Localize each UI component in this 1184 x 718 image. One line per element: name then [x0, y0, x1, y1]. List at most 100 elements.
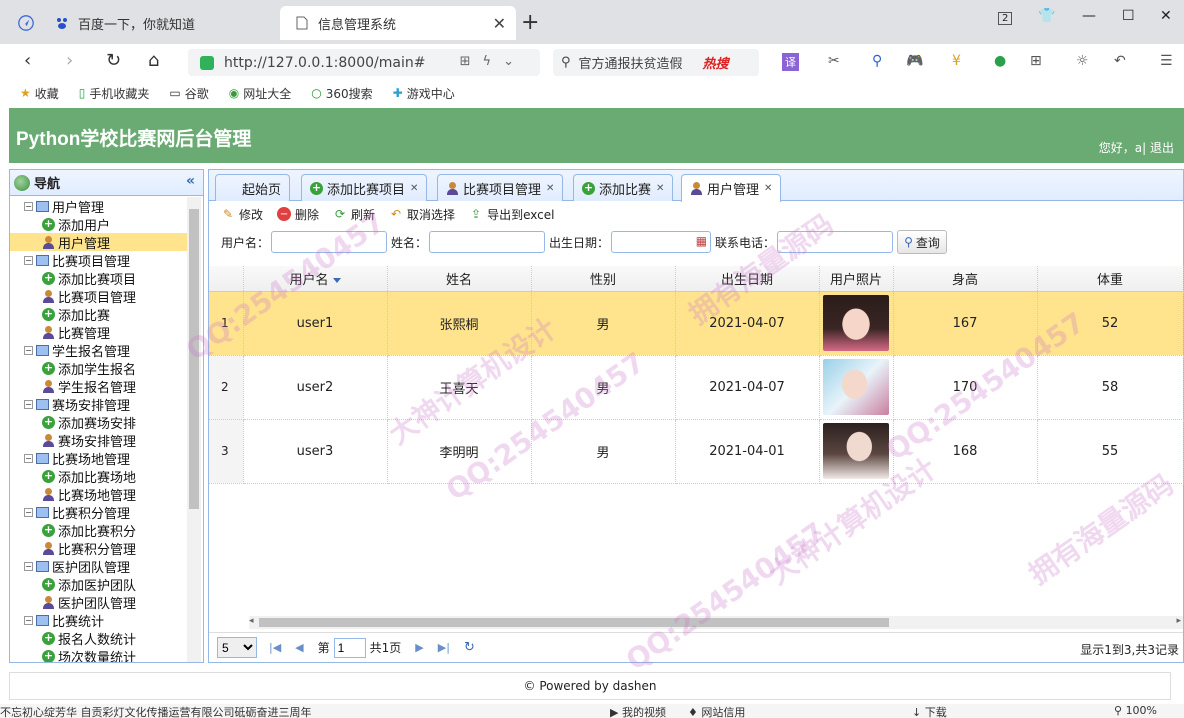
column-header-name[interactable]: 姓名 [387, 266, 532, 292]
tree-item[interactable]: + 添加赛场安排 [10, 413, 188, 432]
phone-input[interactable] [777, 231, 894, 253]
browser-tab-active[interactable]: 信息管理系统 ✕ [280, 6, 516, 40]
scroll-left-icon[interactable]: ◂ [249, 616, 254, 626]
tree-group[interactable]: − 比赛积分管理 [10, 503, 188, 522]
wechat-icon[interactable]: ● [994, 53, 1006, 69]
collapse-toggle-icon[interactable]: − [24, 399, 33, 409]
forward-icon[interactable]: › [66, 50, 73, 71]
apps-grid-icon[interactable]: ⊞ [1030, 53, 1042, 69]
prev-page-icon[interactable]: ◀ [295, 641, 303, 654]
name-input[interactable] [429, 231, 546, 253]
undo-icon[interactable]: ↶ [1114, 53, 1126, 69]
collapse-icon[interactable]: « [186, 173, 195, 189]
status-zoom[interactable]: ⚲ 100% [1114, 704, 1157, 717]
window-close-icon[interactable]: ✕ [1160, 8, 1172, 24]
tree-item[interactable]: + 添加学生报名 [10, 359, 188, 378]
find-icon[interactable]: ⚲ [872, 53, 882, 69]
panel-tab[interactable]: 用户管理 ✕ [681, 174, 782, 202]
status-news[interactable]: 不忘初心绽芳华 自贡彩灯文化传播运营有限公司砥砺奋进三周年 [0, 704, 312, 718]
scissors-icon[interactable]: ✂ [828, 53, 840, 69]
collapse-toggle-icon[interactable]: − [24, 507, 33, 517]
brightness-icon[interactable]: ☼ [1076, 53, 1089, 69]
sidebar-scrollbar[interactable] [187, 197, 201, 662]
shirt-icon[interactable]: 👕 [1038, 8, 1055, 24]
column-header-weight[interactable]: 体重 [1037, 266, 1184, 292]
bookmark-sites[interactable]: ◉ 网址大全 [229, 85, 292, 102]
tree-item[interactable]: 医护团队管理 [10, 593, 188, 612]
status-download[interactable]: ↓ 下载 [912, 704, 947, 718]
coin-icon[interactable]: ¥ [952, 53, 961, 69]
collapse-toggle-icon[interactable]: − [24, 615, 33, 625]
tree-group[interactable]: − 比赛项目管理 [10, 251, 188, 270]
column-header-username[interactable]: 用户名 [243, 266, 388, 292]
tree-item[interactable]: 比赛积分管理 [10, 539, 188, 558]
collapse-toggle-icon[interactable]: − [24, 345, 33, 355]
grid-h-scrollbar[interactable]: ◂ ▸ [249, 616, 1183, 629]
calendar-icon[interactable]: ▦ [696, 234, 707, 248]
menu-icon[interactable]: ☰ [1160, 53, 1173, 69]
tree-item[interactable]: + 添加比赛场地 [10, 467, 188, 486]
url-field[interactable]: http://127.0.0.1:8000/main# ⊞ϟ⌄ [188, 49, 540, 76]
scroll-right-icon[interactable]: ▸ [1176, 616, 1181, 626]
tree-group[interactable]: − 学生报名管理 [10, 341, 188, 360]
tree-group[interactable]: − 医护团队管理 [10, 557, 188, 576]
table-row[interactable]: 2 user2 王喜天男 2021-04-07 170 58 [209, 355, 1184, 420]
home-icon[interactable]: ⌂ [148, 50, 159, 71]
close-tab-icon[interactable]: ✕ [656, 183, 664, 194]
scrollbar-thumb[interactable] [189, 209, 199, 509]
collapse-toggle-icon[interactable]: − [24, 201, 33, 211]
tree-item[interactable]: + 添加医护团队 [10, 575, 188, 594]
close-tab-icon[interactable]: ✕ [493, 14, 506, 33]
delete-button[interactable]: − 删除 [277, 206, 319, 223]
scrollbar-thumb[interactable] [259, 618, 889, 627]
edit-button[interactable]: ✎ 修改 [221, 206, 263, 223]
greeting-logout[interactable]: 您好，a| 退出 [1099, 139, 1174, 156]
column-header-sex[interactable]: 性别 [531, 266, 676, 292]
panel-tab[interactable]: + 添加比赛项目 ✕ [301, 174, 428, 201]
bookmark-mobile[interactable]: ▯ 手机收藏夹 [79, 85, 150, 102]
tree-group[interactable]: − 赛场安排管理 [10, 395, 188, 414]
collapse-toggle-icon[interactable]: − [24, 255, 33, 265]
translate-icon[interactable]: 译 [782, 53, 799, 71]
close-tab-icon[interactable]: ✕ [764, 183, 772, 194]
query-button[interactable]: ⚲ 查询 [897, 230, 947, 254]
tree-item[interactable]: 比赛管理 [10, 323, 188, 342]
game-icon[interactable]: 🎮 [906, 53, 923, 69]
first-page-icon[interactable]: |◀ [269, 641, 281, 654]
refresh-button[interactable]: ⟳ 刷新 [333, 206, 375, 223]
next-page-icon[interactable]: ▶ [415, 641, 423, 654]
status-credit[interactable]: ♦ 网站信用 [688, 704, 745, 718]
tree-group[interactable]: − 比赛统计 [10, 611, 188, 630]
tree-item[interactable]: 用户管理 [10, 233, 188, 252]
tree-item[interactable]: + 添加用户 [10, 215, 188, 234]
column-header-height[interactable]: 身高 [893, 266, 1038, 292]
bookmark-favorites[interactable]: ★ 收藏 [20, 85, 59, 102]
tree-item[interactable]: 赛场安排管理 [10, 431, 188, 450]
tree-group[interactable]: − 比赛场地管理 [10, 449, 188, 468]
tree-group[interactable]: − 用户管理 [10, 197, 188, 216]
back-icon[interactable]: ‹ [24, 50, 31, 71]
column-header-photo[interactable]: 用户照片 [819, 266, 894, 292]
search-box[interactable]: ⚲ 官方通报扶贫造假 热搜 [553, 49, 759, 76]
new-tab-icon[interactable]: + [521, 10, 539, 35]
status-video[interactable]: ▶ 我的视频 [610, 704, 666, 718]
minimize-icon[interactable]: — [1082, 8, 1096, 24]
close-tab-icon[interactable]: ✕ [546, 183, 554, 194]
tree-item[interactable]: + 场次数量统计 [10, 647, 188, 662]
bookmark-games[interactable]: ✚ 游戏中心 [393, 85, 455, 102]
table-row[interactable]: 1 user1 张熙桐男 2021-04-07 167 52 [209, 291, 1184, 356]
tree-item[interactable]: 学生报名管理 [10, 377, 188, 396]
last-page-icon[interactable]: ▶| [438, 641, 450, 654]
page-number-input[interactable] [333, 637, 366, 658]
username-input[interactable] [271, 231, 388, 253]
maximize-icon[interactable]: ☐ [1122, 8, 1135, 24]
table-row[interactable]: 3 user3 李明明男 2021-04-01 168 55 [209, 419, 1184, 484]
bookmark-google[interactable]: ▭ 谷歌 [169, 85, 208, 102]
tree-item[interactable]: 比赛场地管理 [10, 485, 188, 504]
collapse-toggle-icon[interactable]: − [24, 453, 33, 463]
tree-item[interactable]: + 添加比赛 [10, 305, 188, 324]
panel-tab[interactable]: + 添加比赛 ✕ [573, 174, 674, 201]
tree-item[interactable]: + 添加比赛项目 [10, 269, 188, 288]
collapse-toggle-icon[interactable]: − [24, 561, 33, 571]
panel-tab[interactable]: 起始页 [215, 174, 291, 201]
